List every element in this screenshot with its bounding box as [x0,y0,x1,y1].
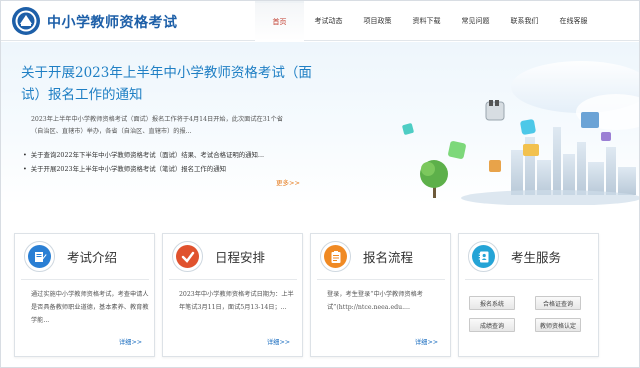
card-exam-intro: 考试介绍 通过实施中小学教师资格考试，考查申请人是否具备教师职业道德，基本素养、… [14,233,155,357]
site-header: 中小学教师资格考试 首页 考试动态 项目政策 资料下载 常见问题 联系我们 在线… [1,1,639,41]
service-certificate-query-button[interactable]: 合格证查询 [535,296,581,310]
card-title[interactable]: 报名流程 [363,247,413,266]
main-nav: 首页 考试动态 项目政策 资料下载 常见问题 联系我们 在线客服 [255,1,598,41]
city-illustration [402,61,639,205]
nav-downloads[interactable]: 资料下载 [402,1,451,41]
card-candidate-services: 考生服务 报名系统 合格证查询 成绩查询 教师资格认定 [458,233,599,357]
divider [317,279,445,280]
card-text: 2023年中小学教师资格考试日期为：上半年笔试3月11日，面试5月13-14日；… [179,291,294,311]
service-score-query-button[interactable]: 成绩查询 [469,318,515,332]
service-qualification-button[interactable]: 教师资格认定 [535,318,581,332]
card-registration: 报名流程 登录，考生登录“中小学教师资格考试”(http://ntce.neea… [310,233,451,357]
nav-exam-news[interactable]: 考试动态 [304,1,353,41]
nav-online-service[interactable]: 在线客服 [549,1,598,41]
checkmark-icon [181,251,194,263]
hero-banner: 关于开展2023年上半年中小学教师资格考试（面试）报名工作的通知 2023年上半… [1,42,639,205]
card-title[interactable]: 考生服务 [511,247,561,266]
divider [21,279,149,280]
contact-card-icon [478,251,488,262]
news-list: 关于查询2022年下半年中小学教师资格考试（面试）结果、考试合格证明的通知...… [23,148,303,176]
divider [169,279,297,280]
card-title[interactable]: 日程安排 [215,247,265,266]
headline-summary: 2023年上半年中小学教师资格考试（面试）报名工作将于4月14日开始，此次面试在… [31,116,283,135]
service-registration-button[interactable]: 报名系统 [469,296,515,310]
news-item[interactable]: 关于查询2022年下半年中小学教师资格考试（面试）结果、考试合格证明的通知... [23,148,303,162]
nav-policy[interactable]: 项目政策 [353,1,402,41]
site-title[interactable]: 中小学教师资格考试 [47,12,178,32]
document-edit-icon [34,251,46,262]
card-schedule: 日程安排 2023年中小学教师资格考试日期为：上半年笔试3月11日，面试5月13… [162,233,303,357]
more-news-link[interactable]: 更多>> [276,177,300,187]
nav-contact[interactable]: 联系我们 [500,1,549,41]
clipboard-list-icon [331,250,340,263]
nav-home[interactable]: 首页 [255,1,304,41]
card-more-link[interactable]: 详细>> [267,337,290,346]
card-text: 登录，考生登录“中小学教师资格考试”(http://ntce.neea.edu.… [327,291,423,311]
card-more-link[interactable]: 详细>> [119,337,142,346]
card-title[interactable]: 考试介绍 [67,247,117,266]
divider [465,279,593,280]
logo-emblem-icon[interactable] [11,6,41,36]
card-more-link[interactable]: 详细>> [415,337,438,346]
card-text: 通过实施中小学教师资格考试，考查申请人是否具备教师职业道德，基本素养、教育教学能… [31,291,149,324]
news-item[interactable]: 关于开展2023年上半年中小学教师资格考试（笔试）报名工作的通知 [23,162,303,176]
headline-link[interactable]: 关于开展2023年上半年中小学教师资格考试（面试）报名工作的通知 [21,62,321,106]
nav-faq[interactable]: 常见问题 [451,1,500,41]
